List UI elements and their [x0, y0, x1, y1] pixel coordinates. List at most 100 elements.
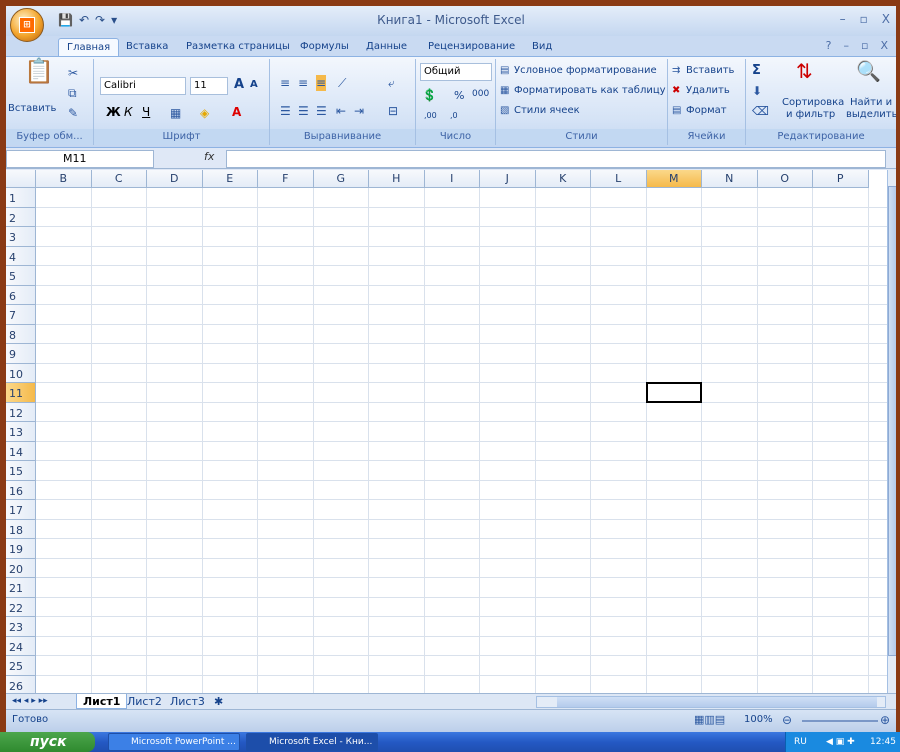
font-size-select[interactable]: 11 [190, 77, 228, 95]
view-buttons-icon[interactable]: ▦▥▤ [694, 712, 725, 728]
formula-input[interactable] [226, 150, 886, 168]
find-select-button[interactable]: Найти и [850, 97, 892, 108]
align-center-icon[interactable]: ☰ [298, 103, 309, 119]
sheet-tab-2[interactable]: Лист2 [121, 694, 168, 709]
fill-icon[interactable]: ⬇ [752, 83, 762, 99]
row-header-18[interactable]: 18 [6, 519, 36, 539]
insert-sheet-icon[interactable]: ✱ [208, 694, 229, 709]
start-button[interactable]: пуск [0, 732, 95, 752]
cell-styles-button[interactable]: Стили ячеек [514, 105, 580, 116]
sort-filter-button-line2[interactable]: и фильтр [786, 109, 835, 120]
align-right-icon[interactable]: ☰ [316, 103, 327, 119]
row-header-23[interactable]: 23 [6, 617, 36, 637]
zoom-out-icon[interactable]: ⊖ [782, 712, 792, 728]
worksheet-grid[interactable]: B C D E F G H I J K L M N O P 1 2 3 4 5 6 7 8 9 10 11 12 13 14 15 16 17… [6, 170, 887, 693]
increase-indent-icon[interactable]: ⇥ [354, 103, 364, 119]
workbook-restore-button[interactable]: ▫ [861, 39, 868, 52]
tray-icons[interactable]: ◀ ▣ ✚ [826, 732, 855, 752]
column-header-f[interactable]: F [258, 170, 314, 188]
cut-icon[interactable]: ✂ [68, 65, 78, 81]
sheet-tab-1[interactable]: Лист1 [76, 694, 128, 709]
format-as-table-button[interactable]: Форматировать как таблицу [514, 85, 666, 96]
row-header-14[interactable]: 14 [6, 441, 36, 461]
decrease-decimal-button[interactable]: ,0 [450, 111, 458, 120]
row-header-21[interactable]: 21 [6, 578, 36, 598]
tab-formulas[interactable]: Формулы [292, 38, 357, 56]
row-header-4[interactable]: 4 [6, 246, 36, 266]
help-icon[interactable]: ? [826, 39, 832, 52]
zoom-slider[interactable] [802, 720, 878, 722]
autosum-button[interactable]: Σ [752, 63, 761, 78]
font-name-select[interactable]: Calibri [100, 77, 186, 95]
row-header-11[interactable]: 11 [6, 383, 36, 403]
align-left-icon[interactable]: ☰ [280, 103, 291, 119]
percent-button[interactable]: % [454, 89, 464, 102]
row-header-9[interactable]: 9 [6, 344, 36, 364]
active-cell[interactable] [645, 382, 702, 403]
row-header-8[interactable]: 8 [6, 324, 36, 344]
column-header-p[interactable]: P [813, 170, 869, 188]
taskbar-excel[interactable]: Microsoft Excel - Кни... [246, 733, 378, 751]
number-format-select[interactable]: Общий [420, 63, 492, 81]
row-header-2[interactable]: 2 [6, 207, 36, 227]
align-middle-icon[interactable]: ≡ [298, 75, 308, 91]
insert-function-button[interactable]: fx [204, 150, 214, 163]
vertical-scroll-thumb[interactable] [888, 186, 896, 656]
clear-icon[interactable]: ⌫ [752, 103, 769, 119]
find-select-button-line2[interactable]: выделить [846, 109, 896, 120]
zoom-in-icon[interactable]: ⊕ [880, 712, 890, 728]
row-header-7[interactable]: 7 [6, 305, 36, 325]
column-header-n[interactable]: N [702, 170, 758, 188]
name-box[interactable]: M11 [6, 150, 154, 168]
row-header-12[interactable]: 12 [6, 402, 36, 422]
format-cells-button[interactable]: Формат [686, 105, 727, 116]
tab-insert[interactable]: Вставка [118, 38, 176, 56]
font-color-icon[interactable]: A [232, 104, 241, 120]
row-header-24[interactable]: 24 [6, 636, 36, 656]
underline-button[interactable]: Ч [142, 105, 150, 119]
sheet-nav-icon[interactable]: ◂◂ ◂ ▸ ▸▸ [6, 694, 54, 709]
row-header-1[interactable]: 1 [6, 188, 36, 208]
currency-icon[interactable]: 💲 [422, 87, 437, 103]
thousands-button[interactable]: 000 [472, 89, 489, 99]
wrap-text-icon[interactable]: ⤶ [388, 75, 395, 91]
row-header-15[interactable]: 15 [6, 461, 36, 481]
taskbar-powerpoint[interactable]: Microsoft PowerPoint ... [108, 733, 240, 751]
workbook-close-button[interactable]: X [880, 39, 888, 52]
row-header-6[interactable]: 6 [6, 285, 36, 305]
column-header-m[interactable]: M [646, 170, 702, 188]
row-header-20[interactable]: 20 [6, 558, 36, 578]
fill-color-icon[interactable]: ◈ [200, 105, 209, 121]
column-header-i[interactable]: I [424, 170, 480, 188]
align-top-icon[interactable]: ≡ [280, 75, 290, 91]
row-header-13[interactable]: 13 [6, 422, 36, 442]
column-header-h[interactable]: H [369, 170, 425, 188]
maximize-button[interactable]: ▫ [860, 12, 868, 26]
decrease-indent-icon[interactable]: ⇤ [336, 103, 346, 119]
conditional-formatting-button[interactable]: Условное форматирование [514, 65, 657, 76]
close-button[interactable]: X [882, 12, 890, 26]
delete-cells-button[interactable]: Удалить [686, 85, 730, 96]
paste-icon[interactable]: 📋 [24, 59, 54, 83]
office-button[interactable]: ⊞ [10, 8, 44, 42]
minimize-button[interactable]: – [840, 12, 846, 26]
column-header-j[interactable]: J [480, 170, 536, 188]
column-header-b[interactable]: B [36, 170, 92, 188]
format-painter-icon[interactable]: ✎ [68, 105, 78, 121]
borders-icon[interactable]: ▦ [170, 105, 181, 121]
column-header-c[interactable]: C [91, 170, 147, 188]
italic-button[interactable]: К [124, 105, 133, 119]
insert-cells-button[interactable]: Вставить [686, 65, 734, 76]
column-header-k[interactable]: K [535, 170, 591, 188]
select-all-corner[interactable] [6, 170, 36, 188]
language-indicator[interactable]: RU [794, 732, 807, 752]
row-header-10[interactable]: 10 [6, 363, 36, 383]
sheet-tab-3[interactable]: Лист3 [164, 694, 211, 709]
vertical-scrollbar[interactable] [887, 170, 896, 693]
tab-review[interactable]: Рецензирование [420, 38, 523, 56]
shrink-font-button[interactable]: A [250, 79, 258, 90]
grow-font-button[interactable]: A [234, 77, 244, 92]
bold-button[interactable]: Ж [106, 105, 121, 119]
align-bottom-icon[interactable]: ≡ [316, 75, 327, 91]
horizontal-scrollbar[interactable] [536, 696, 886, 708]
